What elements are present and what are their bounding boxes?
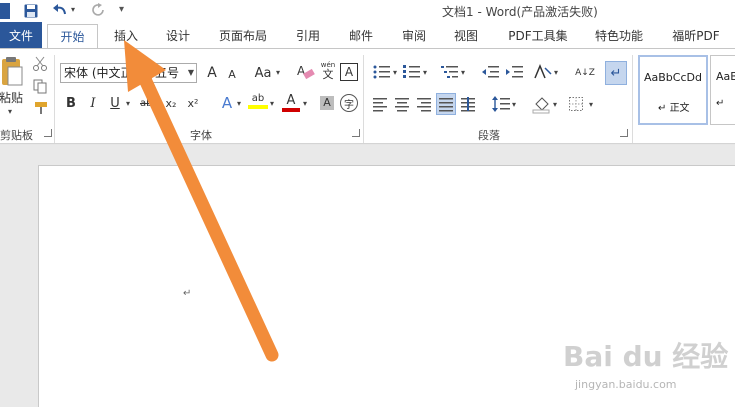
annotation-arrow-icon — [124, 40, 279, 362]
